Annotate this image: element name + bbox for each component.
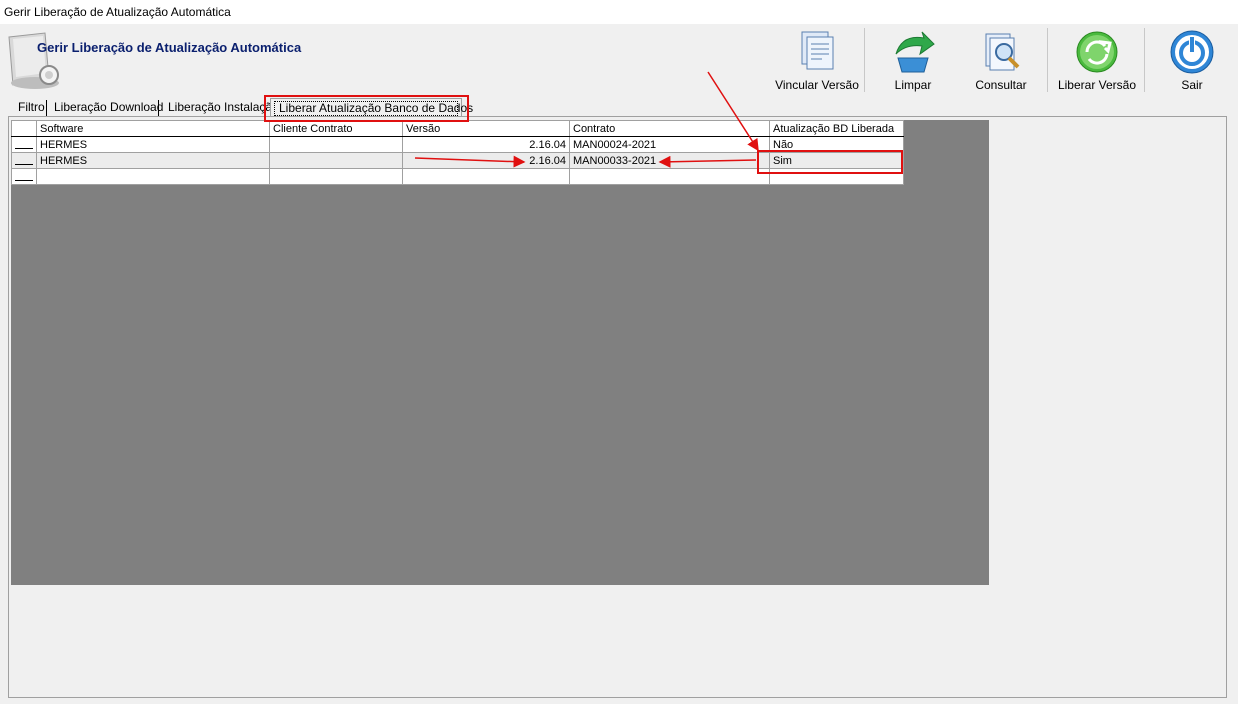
window-titlebar: Gerir Liberação de Atualização Automátic…	[0, 0, 1238, 24]
power-icon	[1167, 28, 1217, 76]
cell-versao[interactable]: 2.16.04	[402, 152, 570, 169]
annotation-box-tab	[264, 95, 469, 122]
consultar-button[interactable]: Consultar	[968, 26, 1034, 94]
limpar-button[interactable]: Limpar	[880, 26, 946, 94]
cell-contrato[interactable]	[569, 168, 770, 185]
limpar-label: Limpar	[894, 78, 932, 92]
tab-separator	[46, 100, 47, 116]
toolbar-separator	[1047, 28, 1048, 92]
consultar-label: Consultar	[975, 78, 1027, 92]
tab-filtro[interactable]: Filtro	[15, 100, 48, 116]
column-header-versao[interactable]: Versão	[402, 120, 570, 137]
toolbar-separator	[864, 28, 865, 92]
cell-contrato[interactable]: MAN00033-2021	[569, 152, 770, 169]
page-title: Gerir Liberação de Atualização Automátic…	[37, 40, 302, 55]
row-selector[interactable]	[11, 168, 37, 185]
window-title: Gerir Liberação de Atualização Automátic…	[4, 5, 231, 19]
liberar-versao-label: Liberar Versão	[1057, 78, 1137, 92]
column-header-cliente-contrato[interactable]: Cliente Contrato	[269, 120, 403, 137]
liberar-versao-button[interactable]: Liberar Versão	[1056, 26, 1138, 94]
cell-cliente-contrato[interactable]	[269, 168, 403, 185]
column-header-atualizacao-bd-liberada[interactable]: Atualização BD Liberada	[769, 120, 904, 137]
refresh-icon	[1072, 28, 1122, 76]
row-selector[interactable]	[11, 152, 37, 169]
cell-contrato[interactable]: MAN00024-2021	[569, 136, 770, 153]
cell-versao[interactable]: 2.16.04	[402, 136, 570, 153]
row-selector[interactable]	[11, 136, 37, 153]
window-bottom-edge	[0, 699, 1238, 704]
tab-liberacao-download[interactable]: Liberação Download	[51, 100, 166, 116]
column-header-contrato[interactable]: Contrato	[569, 120, 770, 137]
toolbar-separator	[1144, 28, 1145, 92]
vincular-versao-label: Vincular Versão	[775, 78, 859, 92]
cell-cliente-contrato[interactable]	[269, 136, 403, 153]
cell-software[interactable]: HERMES	[36, 136, 270, 153]
eraser-icon	[888, 28, 938, 76]
cell-versao[interactable]	[402, 168, 570, 185]
tab-separator	[158, 100, 159, 116]
cell-cliente-contrato[interactable]	[269, 152, 403, 169]
row-marker	[15, 147, 33, 149]
row-selector-header	[11, 120, 37, 137]
annotation-box-sim	[757, 150, 903, 174]
cell-software[interactable]: HERMES	[36, 152, 270, 169]
grid-background	[11, 120, 989, 585]
cell-software[interactable]	[36, 168, 270, 185]
vincular-versao-button[interactable]: Vincular Versão	[773, 26, 861, 94]
app-screen-icon	[5, 29, 67, 91]
sair-button[interactable]: Sair	[1164, 26, 1220, 94]
documents-icon	[792, 28, 842, 76]
row-marker	[15, 163, 33, 165]
row-marker	[15, 179, 33, 181]
sair-label: Sair	[1181, 78, 1203, 92]
search-document-icon	[976, 28, 1026, 76]
grid-header-row: Software Cliente Contrato Versão Contrat…	[11, 120, 904, 137]
column-header-software[interactable]: Software	[36, 120, 270, 137]
